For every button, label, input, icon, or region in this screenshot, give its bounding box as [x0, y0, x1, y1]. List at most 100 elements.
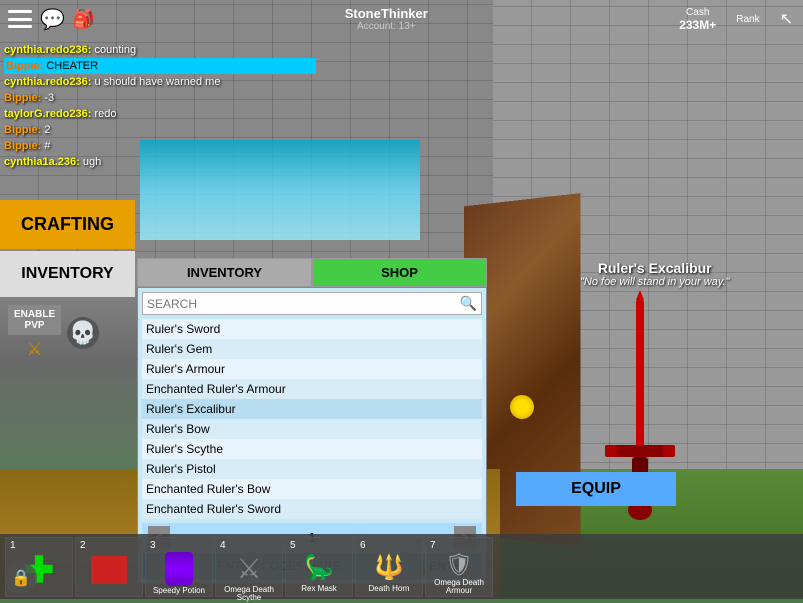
inventory-button[interactable]: INVENTORY: [0, 251, 135, 297]
hotbar-slot-7[interactable]: 7 🛡 Omega Death Armour: [425, 537, 493, 597]
sword-quote: "No foe will stand in your way.": [580, 276, 729, 288]
tab-inventory[interactable]: INVENTORY: [137, 258, 312, 287]
chat-line: taylorG.redo236: redo: [4, 106, 316, 122]
chat-username: cynthia1a.236:: [4, 156, 80, 168]
hotbar-item-3: [161, 552, 197, 586]
list-item[interactable]: Enchanted Ruler's Armour: [142, 379, 482, 399]
hotbar-slot-2[interactable]: 2: [75, 537, 143, 597]
player-info: StoneThinker Account: 13+: [103, 6, 669, 32]
chat-username: cynthia.redo236:: [4, 76, 91, 88]
cash-label: Cash: [686, 7, 709, 18]
search-icon: 🔍: [460, 295, 477, 312]
chat-message: counting: [94, 44, 136, 56]
chat-username: cynthia.redo236:: [4, 44, 91, 56]
rank-label: Rank: [736, 14, 759, 25]
chat-line: Bippie: -3: [4, 90, 316, 106]
red-block-icon: [91, 556, 127, 584]
backpack-icon[interactable]: 🎒: [73, 9, 95, 30]
hotbar-num-4: 4: [220, 540, 226, 551]
left-panel: CRAFTING INVENTORY ENABLE PVP ⚔ 💀: [0, 200, 135, 368]
hotbar-label-4: Omega Death Scythe: [218, 586, 280, 603]
enable-pvp-button[interactable]: ENABLE PVP: [8, 305, 61, 335]
chat-line: cynthia.redo236: counting: [4, 42, 316, 58]
list-item-selected[interactable]: Ruler's Excalibur: [142, 399, 482, 419]
chat-area: cynthia.redo236: counting Bippie: CHEATE…: [0, 38, 320, 174]
pvp-label2: PVP: [25, 320, 45, 331]
chat-username: Bippie:: [6, 60, 43, 72]
hotbar-label-7: Omega Death Armour: [428, 579, 490, 597]
pvp-area: ENABLE PVP ⚔ 💀: [0, 297, 135, 368]
hotbar-num-2: 2: [80, 540, 86, 551]
player-name: StoneThinker: [345, 6, 428, 21]
hotbar-item-6: 🔱: [371, 552, 407, 584]
chat-line: cynthia.redo236: u should have warned me: [4, 74, 316, 90]
death-horn-icon: 🔱: [374, 553, 404, 582]
hotbar-label-3: Speedy Potion: [153, 587, 205, 596]
sword-name: Ruler's Excalibur: [580, 260, 729, 276]
top-bar-right: Cash 233M+ Rank ↖: [669, 7, 803, 32]
hotbar-label-5: Rex Mask: [301, 585, 337, 594]
gold-coin-decoration: [510, 395, 534, 419]
speedy-potion-icon: [165, 552, 193, 586]
cursor-icon: ↖: [780, 9, 793, 29]
hamburger-line: [8, 18, 32, 21]
skull-icon: 💀: [67, 317, 99, 349]
hotbar-item-2: [91, 552, 127, 588]
chat-username: Bippie:: [4, 140, 41, 152]
hotbar-slot-5[interactable]: 5 🦕 Rex Mask: [285, 537, 353, 597]
rex-mask-icon: 🦕: [304, 553, 334, 582]
chat-message: 2: [44, 124, 50, 136]
search-input[interactable]: [147, 297, 460, 311]
list-item[interactable]: Ruler's Armour: [142, 359, 482, 379]
inventory-tabs: INVENTORY SHOP: [137, 258, 487, 287]
cash-stat: Cash 233M+: [679, 7, 716, 32]
list-item[interactable]: Enchanted Ruler's Bow: [142, 479, 482, 499]
list-item[interactable]: Ruler's Bow: [142, 419, 482, 439]
chat-username: taylorG.redo236:: [4, 108, 91, 120]
chat-message: CHEATER: [46, 60, 98, 72]
hamburger-line: [8, 10, 32, 13]
hotbar-slot-4[interactable]: 4 ⚔ Omega Death Scythe: [215, 537, 283, 597]
sword-display: Ruler's Excalibur "No foe will stand in …: [580, 260, 729, 288]
chat-message: ugh: [83, 156, 101, 168]
lock-icon[interactable]: 🔒: [5, 562, 37, 594]
sword-icons: ⚔: [26, 339, 42, 360]
equip-area: EQUIP: [516, 472, 676, 506]
search-row: 🔍: [142, 292, 482, 315]
armour-icon: 🛡: [445, 552, 473, 578]
top-bar: 💬 🎒 StoneThinker Account: 13+ Cash 233M+…: [0, 0, 803, 38]
chat-message: #: [44, 140, 50, 152]
hotbar-num-5: 5: [290, 540, 296, 551]
list-item[interactable]: Enchanted Ruler's Sword: [142, 499, 482, 519]
list-item[interactable]: Ruler's Scythe: [142, 439, 482, 459]
hotbar-num-3: 3: [150, 540, 156, 551]
hotbar-item-5: 🦕: [301, 552, 337, 584]
pvp-label: ENABLE: [14, 309, 55, 320]
hotbar-slot-6[interactable]: 6 🔱 Death Horn: [355, 537, 423, 597]
sword-icon-left: ⚔: [26, 339, 42, 360]
hotbar-label-6: Death Horn: [369, 585, 410, 594]
chat-message: -3: [44, 92, 54, 104]
tab-shop[interactable]: SHOP: [312, 258, 487, 287]
list-item[interactable]: Ruler's Pistol: [142, 459, 482, 479]
hamburger-line: [8, 25, 32, 28]
chat-username: Bippie:: [4, 92, 41, 104]
hotbar-num-1: 1: [10, 540, 16, 551]
scythe-icon: ⚔: [236, 552, 261, 585]
equip-button[interactable]: EQUIP: [516, 472, 676, 506]
hotbar-item-7: 🛡: [441, 552, 477, 578]
hotbar-slot-3[interactable]: 3 Speedy Potion: [145, 537, 213, 597]
hotbar-num-6: 6: [360, 540, 366, 551]
chat-line: cynthia1a.236: ugh: [4, 154, 316, 170]
chat-icon[interactable]: 💬: [40, 7, 65, 32]
menu-icon[interactable]: [8, 10, 32, 28]
player-account: Account: 13+: [357, 21, 416, 32]
list-item[interactable]: Ruler's Gem: [142, 339, 482, 359]
crafting-button[interactable]: CRAFTING: [0, 200, 135, 249]
list-item[interactable]: Ruler's Sword: [142, 319, 482, 339]
chat-username: Bippie:: [4, 124, 41, 136]
chat-line: Bippie: #: [4, 138, 316, 154]
item-list: Ruler's Sword Ruler's Gem Ruler's Armour…: [142, 319, 482, 519]
chat-message: u should have warned me: [94, 76, 220, 88]
hotbar-num-7: 7: [430, 540, 436, 551]
